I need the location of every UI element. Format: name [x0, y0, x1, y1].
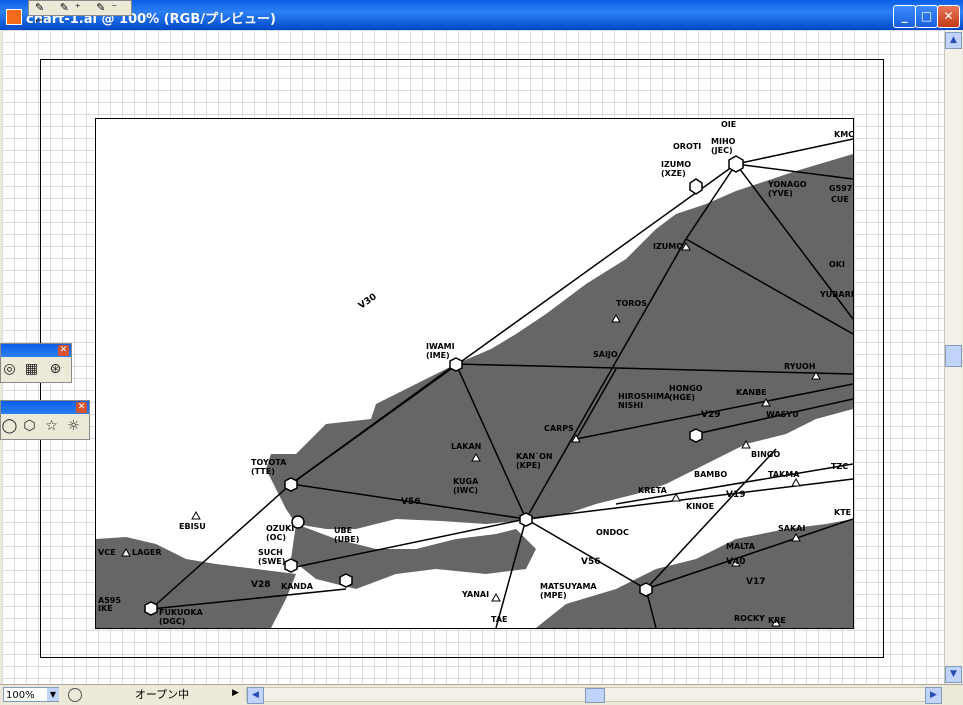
map-place-label: IZUMO [653, 242, 683, 251]
maximize-button[interactable]: □ [915, 5, 938, 28]
airway-label: V29 [701, 410, 721, 420]
map-place-label: MALTA [726, 542, 756, 551]
map-place-label: BINGO [751, 450, 780, 459]
polar-grid-tool-icon[interactable]: ⊛ [47, 361, 64, 378]
scroll-right-button[interactable]: ▶ [925, 687, 942, 704]
window-titlebar: chart-1.ai @ 100% (RGB/プレビュー) _ □ ✕ [0, 0, 963, 30]
status-clock-icon [68, 688, 82, 702]
navaid-iwami [449, 357, 463, 372]
pen-tool-strip[interactable]: ✎ ✎⁺ ✎⁻ ⌐ [28, 0, 132, 27]
map-place-label: EBISU [179, 522, 206, 531]
map-place-label: OROTI [673, 142, 701, 151]
airway-label: V30 [357, 292, 379, 311]
map-place-label: G597 [829, 184, 852, 193]
airway-label: V19 [726, 490, 746, 500]
map-place-label: LAGER [132, 548, 161, 557]
panel-header: ✕ [1, 401, 89, 414]
map-place-label: TAE [491, 615, 508, 624]
status-bar: 100% ▼ オープン中 ▶ ◀ ▶ [0, 684, 963, 705]
flare-tool-icon[interactable]: ☼ [65, 418, 82, 435]
navaid-izumo-xze [689, 178, 703, 195]
map-place-label: OKI [829, 260, 845, 269]
horizontal-scrollbar[interactable]: ◀ ▶ [246, 687, 942, 704]
map-place-label: TOROS [616, 299, 647, 308]
status-text[interactable]: オープン中 [82, 687, 242, 702]
star-tool-icon[interactable]: ☆ [43, 418, 60, 435]
app-icon [6, 9, 22, 25]
airway-label: V17 [746, 577, 766, 587]
map-place-label: SUCH (SWE) [258, 548, 285, 566]
map-place-label: IWAMI (IME) [426, 342, 455, 360]
map-place-label: IKE [98, 604, 113, 613]
map-place-label: KINOE [686, 502, 714, 511]
navaid-matsuyama [639, 582, 653, 597]
map-place-label: SAKAI [778, 524, 805, 533]
panel-close-button[interactable]: ✕ [76, 402, 87, 413]
map-place-label: LAKAN [451, 442, 481, 451]
zoom-dropdown-icon[interactable]: ▼ [47, 688, 59, 701]
ellipse-tool-icon[interactable]: ◯ [1, 418, 18, 435]
panel-header: ✕ [1, 344, 71, 357]
map-place-label: ONDOC [596, 528, 629, 537]
airway-label: V56 [401, 497, 421, 507]
airway-label: V40 [726, 557, 746, 567]
map-place-label: KMC [834, 130, 853, 139]
navaid-such [284, 558, 298, 573]
map-place-label: TAKMA [768, 470, 800, 479]
map-place-label: KANDA [281, 582, 314, 591]
document-canvas[interactable]: OIE KMC OROTI MIHO (JEC) IZUMO (XZE) YONAGO (YVE… [2, 30, 944, 684]
map-place-label: KTE [834, 508, 851, 517]
map-place-label: YUBARI [819, 290, 853, 299]
map-svg: OIEKMCOROTIMIHO (JEC)IZUMO (XZE)YONAGO (YVE… [96, 120, 853, 628]
scroll-down-button[interactable]: ▼ [945, 666, 962, 683]
status-menu-arrow-icon[interactable]: ▶ [232, 688, 239, 698]
grid-tool-icon[interactable]: ▦ [23, 361, 40, 378]
map-place-label: OIE [721, 120, 736, 129]
airway-label: V56 [581, 557, 601, 567]
land-chugoku [266, 154, 853, 529]
map-place-label: VCE [98, 548, 116, 557]
minimize-button[interactable]: _ [893, 5, 916, 28]
horizontal-scroll-thumb[interactable] [585, 688, 605, 703]
vertical-scrollbar[interactable]: ▲ ▼ [944, 30, 962, 684]
tool-panel-2: ✕ ◯ ⬡ ☆ ☼ [0, 400, 90, 440]
navaid-hongo [689, 428, 703, 443]
navaid-kanon [519, 512, 533, 527]
map-place-label: TZC [831, 462, 848, 471]
navaid-fukuoka [144, 601, 158, 616]
map-place-label: KRE [768, 616, 786, 625]
navaid-miho [728, 155, 744, 173]
scroll-left-button[interactable]: ◀ [247, 687, 264, 704]
map-image: OIE KMC OROTI MIHO (JEC) IZUMO (XZE) YONAGO (YVE… [95, 118, 854, 629]
map-place-label: KRETA [638, 486, 668, 495]
spiral-tool-icon[interactable]: ◎ [1, 361, 18, 378]
navaid-ube [339, 573, 353, 588]
map-place-label: RYUOH [784, 362, 816, 371]
map-place-label: ROCKY [734, 614, 765, 623]
navaid-toyota [284, 477, 298, 492]
close-button[interactable]: ✕ [937, 5, 960, 28]
map-place-label: SAIJO [593, 350, 618, 359]
map-place-label: OZUKI (OC) [266, 524, 294, 542]
map-place-label: WASYU [766, 410, 799, 419]
map-place-label: KUGA (IWC) [453, 477, 479, 495]
map-place-label: CUE [831, 195, 849, 204]
land-yamaguchi [291, 524, 536, 589]
panel-close-button[interactable]: ✕ [58, 345, 69, 356]
scroll-up-button[interactable]: ▲ [945, 32, 962, 49]
map-place-label: CARPS [544, 424, 574, 433]
vertical-scroll-thumb[interactable] [945, 345, 962, 367]
polygon-tool-icon[interactable]: ⬡ [21, 418, 38, 435]
map-place-label: KANBE [736, 388, 767, 397]
map-place-label: BAMBO [694, 470, 727, 479]
airway-label: V28 [251, 580, 271, 590]
map-place-label: MIHO (JEC) [711, 137, 736, 155]
tool-panel-1: ✕ ◎ ▦ ⊛ [0, 343, 72, 383]
map-place-label: YANAI [461, 590, 489, 599]
map-place-label: IZUMO (XZE) [661, 160, 691, 178]
